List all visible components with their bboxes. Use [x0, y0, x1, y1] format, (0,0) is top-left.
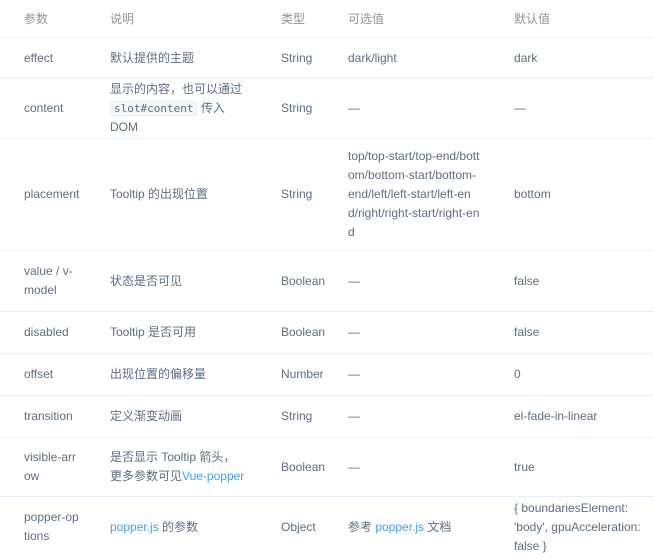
cell-type: String: [257, 37, 324, 79]
table-row: value / v-model 状态是否可见 Boolean — false: [0, 250, 654, 312]
cell-param: transition: [0, 395, 86, 438]
cell-type: Number: [257, 353, 324, 396]
cell-description: popper.js 的参数: [86, 497, 257, 558]
cell-options: —: [324, 353, 490, 396]
cell-type: String: [257, 395, 324, 438]
cell-description: 默认提供的主题: [86, 37, 257, 79]
popper-js-link[interactable]: popper.js: [110, 520, 159, 534]
cell-param: popper-options: [24, 510, 79, 543]
cell-type: Boolean: [257, 437, 325, 497]
cell-description: 定义渐变动画: [86, 395, 257, 438]
cell-type: Boolean: [257, 250, 325, 312]
table-row: disabled Tooltip 是否可用 Boolean — false: [0, 311, 654, 354]
cell-type: Boolean: [257, 311, 325, 354]
cell-options: —: [324, 437, 490, 497]
table-row: content 显示的内容，也可以通过 slot#content 传入 DOM S…: [0, 78, 654, 139]
cell-description: 出现位置的偏移量: [86, 353, 257, 396]
cell-param: visible-arrow: [0, 437, 86, 497]
options-text: 参考: [348, 519, 376, 534]
attributes-table: 参数 说明 类型 可选值 默认值 effect 默认提供的主题 String d…: [0, 0, 654, 557]
cell-description: Tooltip 的出现位置: [86, 138, 257, 251]
cell-type: String: [257, 138, 324, 251]
cell-options: —: [324, 250, 490, 312]
popper-js-docs-link[interactable]: popper.js: [375, 520, 424, 534]
cell-options: —: [324, 311, 490, 354]
cell-default: { boundariesElement: 'body', gpuAccelera…: [514, 500, 641, 553]
cell-param: placement: [0, 138, 86, 251]
cell-type: Object: [281, 519, 316, 534]
header-options: 可选值: [324, 0, 490, 38]
cell-options: —: [324, 395, 490, 438]
cell-param: effect: [0, 37, 86, 79]
description-text: 的参数: [158, 519, 199, 534]
header-type: 类型: [257, 0, 324, 38]
header-default: 默认值: [490, 0, 654, 38]
inline-code: slot#content: [110, 101, 198, 116]
cell-default: false: [490, 250, 654, 312]
table-row: placement Tooltip 的出现位置 String top/top-s…: [0, 138, 654, 251]
table-row: popper-options popper.js 的参数 Object 参考 p…: [0, 497, 654, 558]
cell-default: el-fade-in-linear: [490, 395, 654, 438]
cell-default: —: [490, 78, 654, 139]
cell-param: content: [0, 78, 86, 139]
cell-default: bottom: [490, 138, 654, 251]
table-header-row: 参数 说明 类型 可选值 默认值: [0, 0, 654, 38]
cell-description: Tooltip 是否可用: [86, 311, 257, 354]
cell-default: 0: [490, 353, 654, 396]
cell-options: top/top-start/top-end/bottom/bottom-star…: [324, 138, 490, 251]
vue-popper-link[interactable]: Vue-popper: [182, 469, 244, 483]
options-text: 文档: [424, 519, 452, 534]
table-row: effect 默认提供的主题 String dark/light dark: [0, 37, 654, 79]
cell-default: true: [490, 437, 654, 497]
cell-param: disabled: [0, 311, 86, 354]
cell-param: offset: [0, 353, 86, 396]
cell-type: String: [257, 78, 324, 139]
cell-description: 是否显示 Tooltip 箭头，更多参数可见Vue-popper: [86, 437, 257, 497]
cell-description: 状态是否可见: [86, 250, 257, 312]
table-row: visible-arrow 是否显示 Tooltip 箭头，更多参数可见Vue-…: [0, 437, 654, 497]
cell-param: value / v-model: [0, 250, 86, 312]
table-row: offset 出现位置的偏移量 Number — 0: [0, 353, 654, 396]
description-text: 显示的内容，也可以通过: [110, 82, 243, 96]
cell-default: false: [490, 311, 654, 354]
header-description: 说明: [86, 0, 257, 38]
table-row: transition 定义渐变动画 String — el-fade-in-li…: [0, 395, 654, 438]
cell-options: dark/light: [324, 37, 490, 79]
cell-options: 参考 popper.js 文档: [324, 497, 490, 558]
cell-default: dark: [490, 37, 654, 79]
header-param: 参数: [0, 0, 86, 38]
cell-description: 显示的内容，也可以通过 slot#content 传入 DOM: [86, 78, 257, 139]
cell-options: —: [324, 78, 490, 139]
